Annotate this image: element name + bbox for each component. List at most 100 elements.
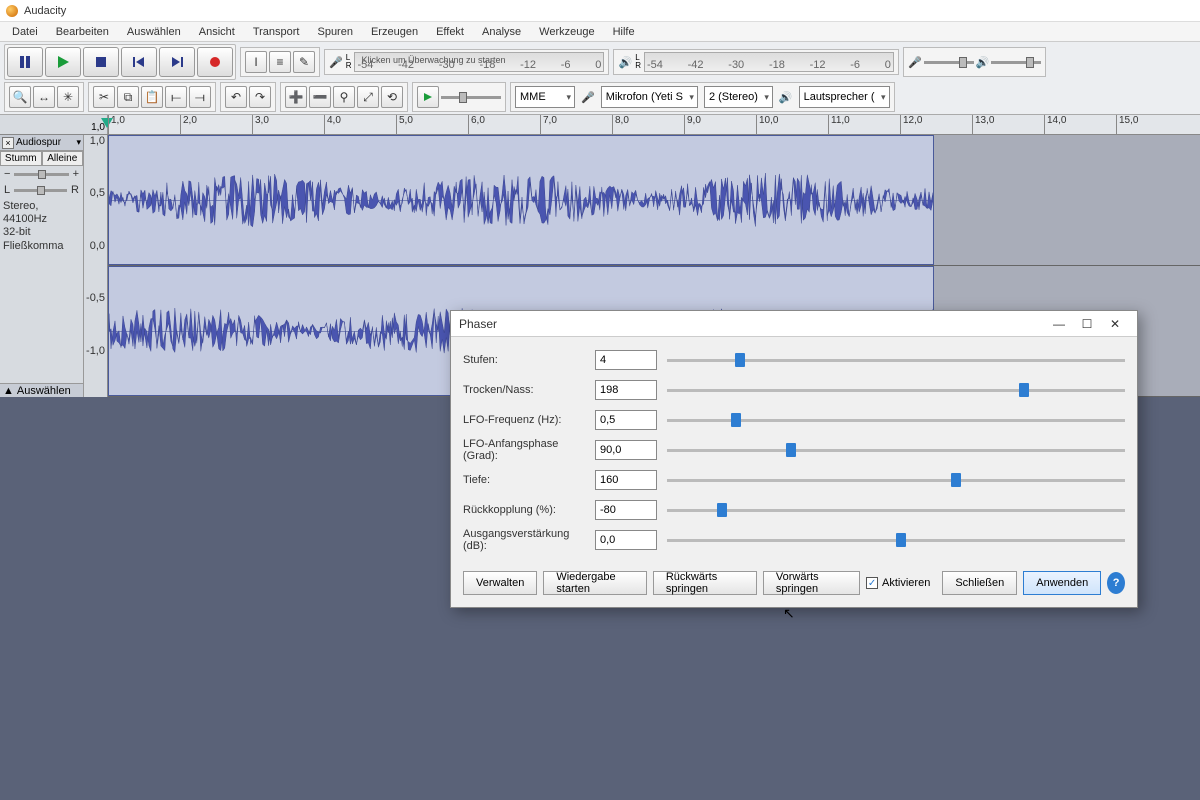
recording-meter[interactable]: 🎤 LR Klicken um Überwachung zu starten -… xyxy=(324,49,609,75)
recording-meter-bars[interactable]: Klicken um Überwachung zu starten -54-42… xyxy=(354,52,604,72)
undo-icon[interactable]: ↶ xyxy=(225,86,247,108)
waveform-channel-left[interactable] xyxy=(108,135,1200,266)
pause-button[interactable] xyxy=(7,47,43,77)
param-slider[interactable] xyxy=(667,500,1125,520)
param-slider[interactable] xyxy=(667,380,1125,400)
redo-icon[interactable]: ↷ xyxy=(249,86,271,108)
dialog-titlebar[interactable]: Phaser — ☐ ✕ xyxy=(451,311,1137,337)
param-input[interactable] xyxy=(595,530,657,550)
record-button[interactable] xyxy=(197,47,233,77)
menu-spuren[interactable]: Spuren xyxy=(309,24,360,40)
skip-backward-button[interactable]: Rückwärts springen xyxy=(653,571,757,595)
param-input[interactable] xyxy=(595,500,657,520)
zoom-toolbar: ➕ ➖ ⚲ ⤢ ⟲ xyxy=(280,82,408,112)
timeshift-tool-icon[interactable]: ↔ xyxy=(33,86,55,108)
menu-erzeugen[interactable]: Erzeugen xyxy=(363,24,426,40)
multi-tool-icon[interactable]: ✳ xyxy=(57,86,79,108)
audio-clip[interactable] xyxy=(108,135,934,265)
tools-toolbar: I ≡ ✎ xyxy=(240,47,320,77)
param-slider[interactable] xyxy=(667,410,1125,430)
skip-forward-button[interactable]: Vorwärts springen xyxy=(763,571,860,595)
transport-toolbar xyxy=(4,44,236,80)
selection-tool-icon[interactable]: I xyxy=(245,51,267,73)
zoom-out-icon[interactable]: ➖ xyxy=(309,86,331,108)
zoom-toggle-icon[interactable]: ⟲ xyxy=(381,86,403,108)
param-label: LFO-Anfangsphase (Grad): xyxy=(463,438,585,462)
param-label: Stufen: xyxy=(463,354,585,366)
param-input[interactable] xyxy=(595,410,657,430)
stop-button[interactable] xyxy=(83,47,119,77)
param-row: LFO-Frequenz (Hz): xyxy=(463,405,1125,435)
menu-werkzeuge[interactable]: Werkzeuge xyxy=(531,24,602,40)
speaker-icon: 🔊 xyxy=(779,91,793,104)
phaser-dialog: Phaser — ☐ ✕ Stufen: Trocken/Nass: LFO-F… xyxy=(450,310,1138,608)
menu-datei[interactable]: Datei xyxy=(4,24,46,40)
menu-analyse[interactable]: Analyse xyxy=(474,24,529,40)
close-button[interactable]: ✕ xyxy=(1101,314,1129,334)
param-row: Trocken/Nass: xyxy=(463,375,1125,405)
preview-play-button[interactable]: Wiedergabe starten xyxy=(543,571,647,595)
ruler-tick: 2,0 xyxy=(180,115,197,134)
menu-auswaehlen[interactable]: Auswählen xyxy=(119,24,189,40)
draw-tool-icon[interactable]: ✎ xyxy=(293,51,315,73)
track-select-button[interactable]: ▲Auswählen xyxy=(0,383,83,397)
timeline-ruler[interactable]: 1,0 1,02,03,04,05,06,07,08,09,010,011,01… xyxy=(0,115,1200,135)
track-menu-button[interactable]: ▾ xyxy=(76,137,81,148)
recording-volume-slider[interactable] xyxy=(924,61,974,64)
menu-ansicht[interactable]: Ansicht xyxy=(191,24,243,40)
param-input[interactable] xyxy=(595,440,657,460)
playback-meter[interactable]: 🔊 LR -54-42-30-18-12-60 xyxy=(613,49,898,75)
menu-transport[interactable]: Transport xyxy=(245,24,308,40)
param-slider[interactable] xyxy=(667,350,1125,370)
maximize-button[interactable]: ☐ xyxy=(1073,314,1101,334)
zoom-sel-icon[interactable]: ⚲ xyxy=(333,86,355,108)
gain-slider[interactable]: −+ xyxy=(0,166,83,182)
copy-icon[interactable]: ⧉ xyxy=(117,86,139,108)
speaker-icon: 🔊 xyxy=(976,56,990,69)
envelope-tool-icon[interactable]: ≡ xyxy=(269,51,291,73)
ruler-tick: 8,0 xyxy=(612,115,629,134)
param-slider[interactable] xyxy=(667,470,1125,490)
help-button[interactable]: ? xyxy=(1107,572,1125,594)
skip-start-button[interactable] xyxy=(121,47,157,77)
silence-icon[interactable]: ⟞ xyxy=(189,86,211,108)
output-device-select[interactable]: Lautsprecher ( xyxy=(799,86,890,108)
apply-button[interactable]: Anwenden xyxy=(1023,571,1101,595)
trim-icon[interactable]: ⟝ xyxy=(165,86,187,108)
play-at-speed-icon[interactable] xyxy=(417,86,439,108)
track-name[interactable]: Audiospur xyxy=(16,137,74,148)
zoom-tool-icon[interactable]: 🔍 xyxy=(9,86,31,108)
menu-bearbeiten[interactable]: Bearbeiten xyxy=(48,24,117,40)
mute-button[interactable]: Stumm xyxy=(0,151,42,166)
input-device-select[interactable]: Mikrofon (Yeti S xyxy=(601,86,698,108)
zoom-in-icon[interactable]: ➕ xyxy=(285,86,307,108)
track-close-button[interactable]: × xyxy=(2,137,14,149)
param-input[interactable] xyxy=(595,470,657,490)
play-button[interactable] xyxy=(45,47,81,77)
ruler-tick: 11,0 xyxy=(828,115,850,134)
playback-volume-slider[interactable] xyxy=(991,61,1041,64)
menu-hilfe[interactable]: Hilfe xyxy=(605,24,643,40)
playback-meter-bars[interactable]: -54-42-30-18-12-60 xyxy=(644,52,894,72)
skip-end-button[interactable] xyxy=(159,47,195,77)
param-input[interactable] xyxy=(595,350,657,370)
pan-slider[interactable]: LR xyxy=(0,182,83,198)
playback-speed-slider[interactable] xyxy=(441,96,501,99)
undo-toolbar: ↶ ↷ xyxy=(220,82,276,112)
paste-icon[interactable]: 📋 xyxy=(141,86,163,108)
manage-button[interactable]: Verwalten xyxy=(463,571,537,595)
enable-checkbox[interactable]: ✓Aktivieren xyxy=(866,577,930,589)
minimize-button[interactable]: — xyxy=(1045,314,1073,334)
channels-select[interactable]: 2 (Stereo) xyxy=(704,86,773,108)
audio-host-select[interactable]: MME xyxy=(515,86,575,108)
menu-effekt[interactable]: Effekt xyxy=(428,24,472,40)
close-dialog-button[interactable]: Schließen xyxy=(942,571,1017,595)
param-slider[interactable] xyxy=(667,530,1125,550)
param-input[interactable] xyxy=(595,380,657,400)
zoom-fit-icon[interactable]: ⤢ xyxy=(357,86,379,108)
mixer-toolbar: 🎤 🔊 xyxy=(903,47,1046,77)
param-slider[interactable] xyxy=(667,440,1125,460)
cut-icon[interactable]: ✂ xyxy=(93,86,115,108)
ruler-tick: 15,0 xyxy=(1116,115,1138,134)
solo-button[interactable]: Alleine xyxy=(42,151,84,166)
